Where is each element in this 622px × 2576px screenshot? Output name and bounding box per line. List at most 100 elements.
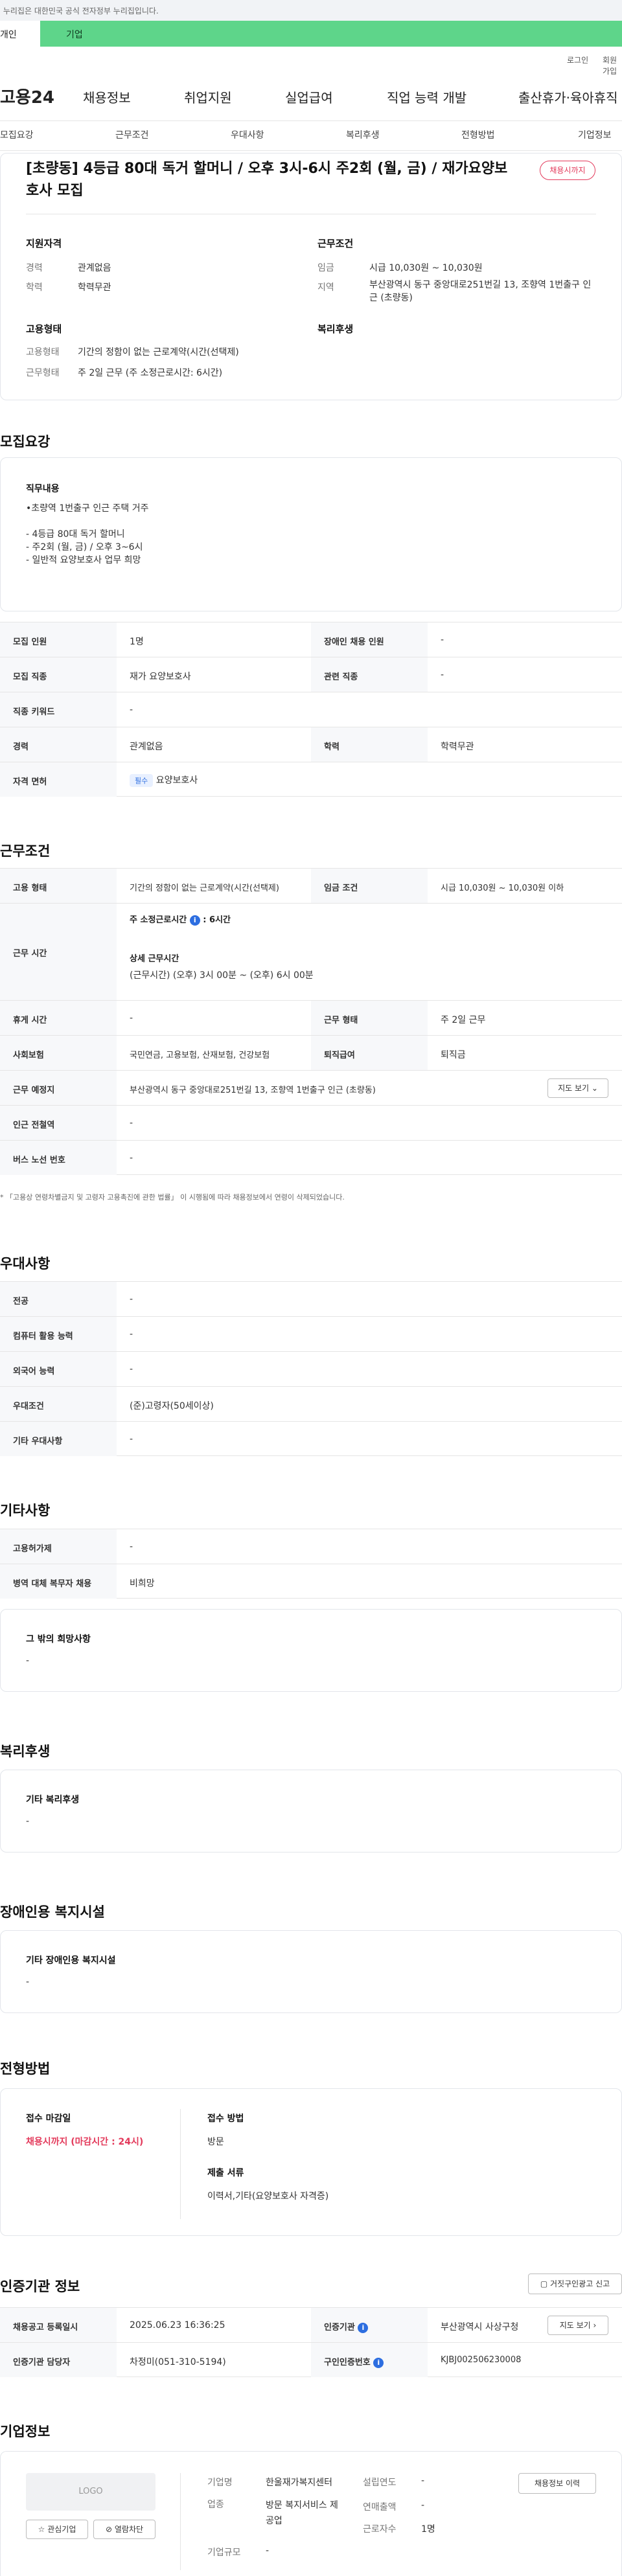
chevron-right-icon: › bbox=[593, 2321, 597, 2330]
cell-value: 국민연금, 고용보험, 산재보험, 건강보험 bbox=[130, 1051, 270, 1060]
cell-label: 고용 형태 bbox=[0, 869, 117, 903]
docs-value: 이력서,기타(요양보호사 자격증) bbox=[207, 2191, 329, 2202]
map-button[interactable]: 지도 보기 ⌄ bbox=[547, 1078, 608, 1098]
cell-label: 휴게 시간 bbox=[0, 1001, 117, 1035]
anchor-company[interactable]: 기업정보 bbox=[578, 128, 612, 141]
cell-value: 부산광역시 사상구청 bbox=[441, 2322, 519, 2332]
block-label: 열람차단 bbox=[114, 2525, 144, 2534]
table-row: 우대조건 (준)고령자(50세이상) bbox=[0, 1386, 622, 1421]
career-value: 관계없음 bbox=[78, 263, 111, 273]
age-notice: * 「고용상 연령차별금지 및 고령자 고용촉진에 관한 법률」 이 시행됨에 … bbox=[0, 1193, 345, 1202]
cell-value: 1명 bbox=[130, 637, 144, 647]
block-company-button[interactable]: ⊘ 열람차단 bbox=[93, 2520, 156, 2539]
weekly-hours-label: 주 소정근로시간 bbox=[130, 915, 187, 925]
num-label: 구인인증번호 bbox=[324, 2358, 371, 2367]
company-logo: LOGO bbox=[26, 2473, 156, 2511]
cell-label: 인근 전철역 bbox=[0, 1106, 117, 1140]
company-sales-label: 연매출액 bbox=[363, 2502, 397, 2513]
cell-value: 필수 요양보호사 bbox=[130, 773, 198, 787]
login-link[interactable]: 로그인 bbox=[567, 54, 588, 65]
worktype-value: 주 2일 근무 (주 소정근로시간: 6시간) bbox=[78, 368, 223, 378]
section-agency-heading: 인증기관 정보 bbox=[0, 2279, 80, 2294]
cell-value: - bbox=[130, 1542, 133, 1552]
cell-value: 관계없음 bbox=[130, 742, 163, 752]
duty-line: - 일반적 요양보호사 업무 희망 bbox=[26, 555, 141, 565]
agency-map-button[interactable]: 지도 보기 › bbox=[547, 2316, 608, 2335]
join-link[interactable]: 회원가입 bbox=[603, 54, 622, 76]
company-biz-label: 업종 bbox=[207, 2500, 224, 2510]
gnb-item-training[interactable]: 직업 능력 개발 bbox=[387, 87, 466, 106]
section-process-heading: 전형방법 bbox=[0, 2061, 51, 2077]
gnb-item-support[interactable]: 취업지원 bbox=[184, 87, 232, 106]
duty-line: •초량역 1번출구 인근 주택 거주 bbox=[26, 503, 149, 514]
report-button-label: 거짓구인광고 신고 bbox=[550, 2279, 610, 2288]
table-row: 모집 직종 재가 요양보호사 관련 직종 - bbox=[0, 657, 622, 692]
detail-hours-value: (근무시간) (오후) 3시 00분 ~ (오후) 6시 00분 bbox=[130, 970, 314, 981]
company-divider bbox=[180, 2473, 181, 2570]
job-title: [초량동] 4등급 80대 독거 할머니 / 오후 3시-6시 주2회 (월, … bbox=[26, 161, 508, 199]
wage-label: 임금 bbox=[317, 263, 334, 273]
cell-label: 인증기관 i bbox=[311, 2308, 428, 2342]
cell-label: 고용허가제 bbox=[0, 1529, 117, 1564]
info-icon[interactable]: i bbox=[189, 915, 200, 926]
table-row: 경력 관계없음 학력 학력무관 bbox=[0, 727, 622, 762]
company-year: - bbox=[421, 2476, 425, 2486]
cell-label: 근무 시간 bbox=[0, 904, 117, 1000]
anchor-preference[interactable]: 우대사항 bbox=[231, 128, 264, 141]
site-logo[interactable]: 고용24 bbox=[0, 84, 54, 108]
info-icon[interactable]: i bbox=[373, 2358, 384, 2368]
emptype-value: 기간의 정함이 없는 근로계약(시간(선택제) bbox=[78, 347, 239, 358]
hiring-history-button[interactable]: 채용정보 이력 bbox=[518, 2473, 596, 2494]
cell-label: 모집 인원 bbox=[0, 622, 117, 657]
tab-company-label: 기업 bbox=[66, 30, 83, 40]
company-sales: - bbox=[421, 2500, 425, 2511]
emptype-label: 고용형태 bbox=[26, 347, 60, 358]
company-name-label: 기업명 bbox=[207, 2478, 233, 2488]
table-row: 모집 인원 1명 장애인 채용 인원 - bbox=[0, 622, 622, 657]
cell-value: - bbox=[441, 635, 444, 645]
gnb-item-jobs[interactable]: 채용정보 bbox=[83, 87, 131, 106]
report-false-ad-button[interactable]: ▢ 거짓구인광고 신고 bbox=[528, 2274, 622, 2294]
gov-banner-text: 이 누리집은 대한민국 공식 전자정부 누리집입니다. bbox=[0, 6, 159, 16]
cell-label: 채용공고 등록일시 bbox=[0, 2308, 117, 2342]
gnb-item-benefits[interactable]: 실업급여 bbox=[285, 87, 333, 106]
disabled-card bbox=[0, 1930, 622, 2013]
anchor-process[interactable]: 전형방법 bbox=[461, 128, 495, 141]
section-recruit-heading: 모집요강 bbox=[0, 434, 51, 450]
anchor-conditions[interactable]: 근무조건 bbox=[115, 128, 149, 141]
star-icon: ☆ bbox=[38, 2525, 45, 2534]
cell-value: KJBJ002506230008 bbox=[441, 2355, 522, 2365]
header-divider bbox=[0, 120, 622, 121]
section-etc-heading: 기타사항 bbox=[0, 1503, 51, 1518]
cell-label: 경력 bbox=[0, 727, 117, 762]
cell-value: - bbox=[130, 1434, 133, 1444]
table-row: 인근 전철역 - bbox=[0, 1105, 622, 1140]
map-button-label: 지도 보기 bbox=[559, 2321, 591, 2330]
block-icon: ⊘ bbox=[105, 2525, 113, 2534]
favorite-company-button[interactable]: ☆ 관심기업 bbox=[26, 2520, 88, 2539]
table-row: 직종 키워드 - bbox=[0, 692, 622, 727]
agency-label: 인증기관 bbox=[324, 2323, 355, 2332]
tab-personal[interactable]: 개인 bbox=[0, 21, 40, 47]
table-row: 고용허가제 - bbox=[0, 1529, 622, 1564]
cell-value: 학력무관 bbox=[441, 742, 474, 752]
document-icon: ▢ bbox=[540, 2279, 548, 2288]
table-row: 버스 노선 번호 - bbox=[0, 1140, 622, 1175]
tab-company[interactable]: 기업 bbox=[40, 21, 622, 47]
cell-label: 외국어 능력 bbox=[0, 1352, 117, 1386]
disabled-item-value: - bbox=[26, 1977, 30, 1987]
cell-label: 전공 bbox=[0, 1282, 117, 1316]
weekly-hours: 주 소정근로시간 i : 6시간 bbox=[130, 915, 231, 926]
info-icon[interactable]: i bbox=[358, 2323, 369, 2333]
worktype-label: 근무형태 bbox=[26, 368, 60, 378]
cell-value: 주 2일 근무 bbox=[441, 1015, 486, 1025]
cell-value: 시급 10,030원 ~ 10,030원 이하 bbox=[441, 883, 564, 893]
table-row: 근무 시간 주 소정근로시간 i : 6시간 상세 근무시간 (근무시간) (오… bbox=[0, 903, 622, 1000]
cell-value: - bbox=[130, 1364, 133, 1374]
map-button-label: 지도 보기 bbox=[558, 1084, 590, 1093]
cell-label: 학력 bbox=[311, 727, 428, 762]
qual-title: 지원자격 bbox=[26, 238, 62, 249]
gnb-item-leave[interactable]: 출산휴가·육아휴직 bbox=[518, 87, 618, 106]
anchor-recruit[interactable]: 모집요강 bbox=[0, 128, 34, 141]
anchor-welfare[interactable]: 복리후생 bbox=[346, 128, 380, 141]
